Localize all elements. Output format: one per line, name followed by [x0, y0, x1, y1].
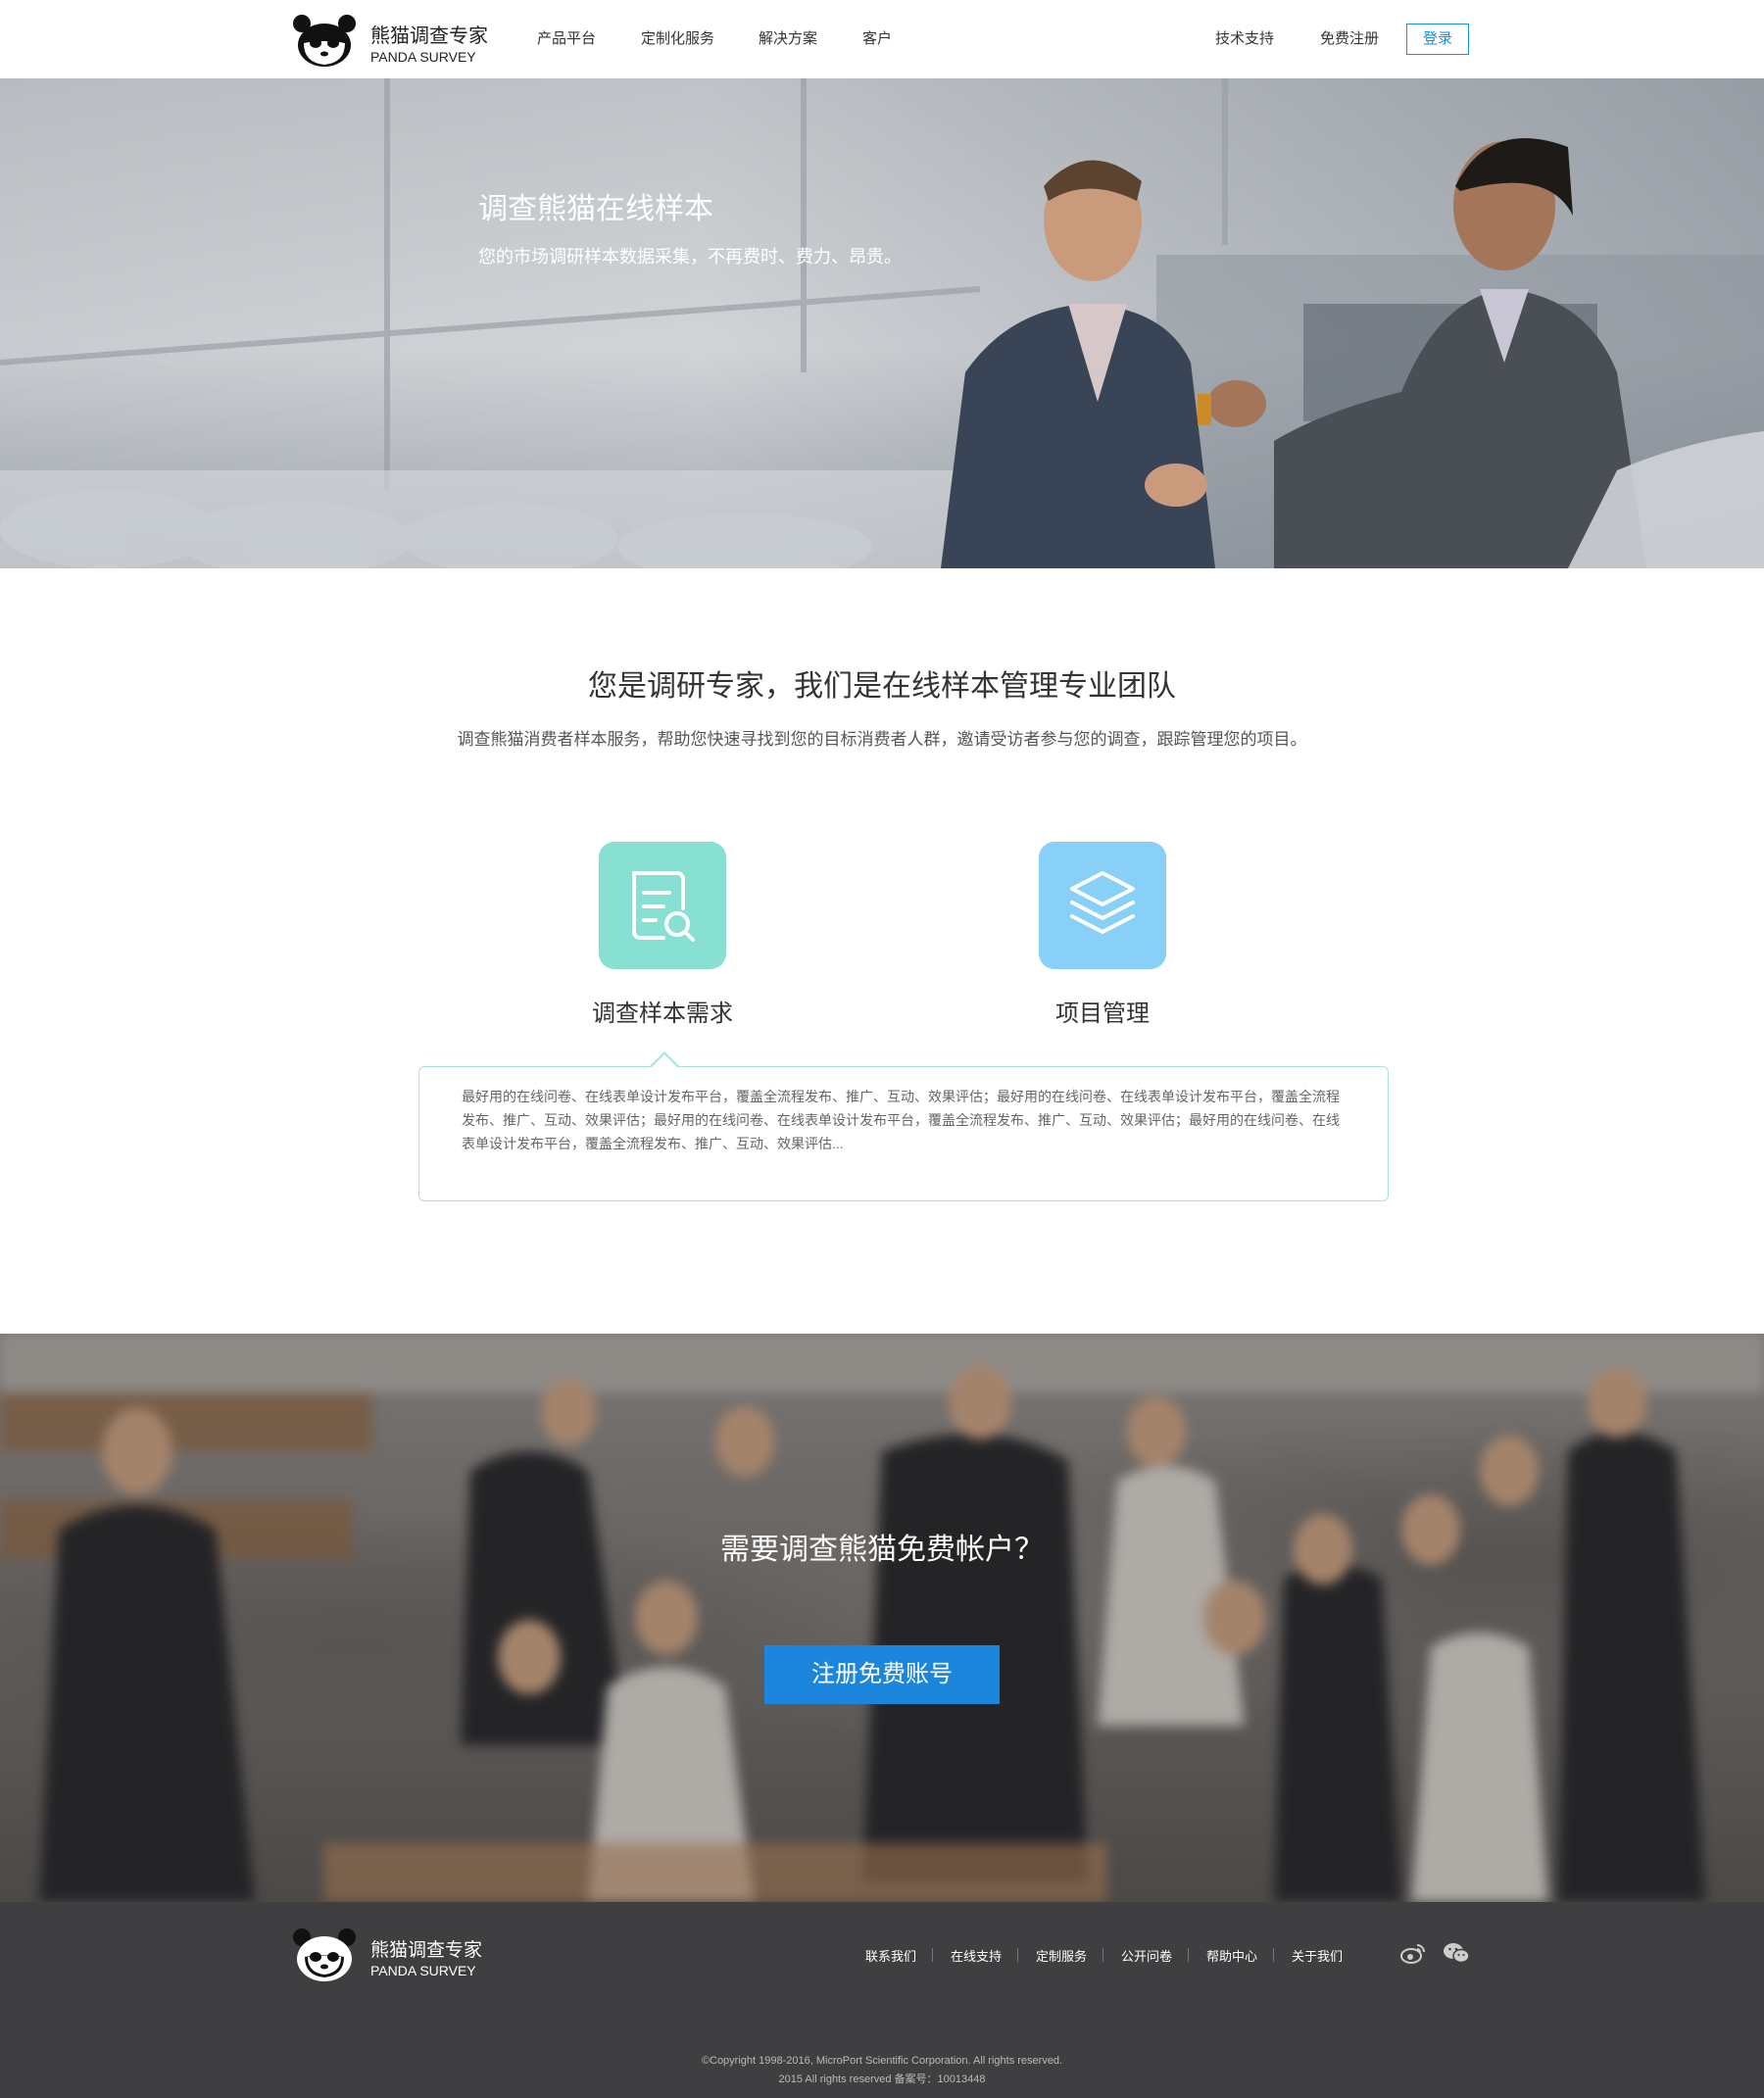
- logo-title: 熊猫调查专家: [370, 25, 488, 47]
- login-button[interactable]: 登录: [1406, 24, 1469, 55]
- footer-link-about-us[interactable]: 关于我们: [1292, 1946, 1343, 1965]
- description-pointer-inner: [652, 1054, 677, 1067]
- footer-logo-title: 熊猫调查专家: [370, 1940, 483, 1961]
- cta-title: 需要调查熊猫免费帐户？: [720, 1534, 1044, 1566]
- hero-subtitle: 您的市场调研样本数据采集，不再费时、费力、昂贵。: [478, 247, 902, 267]
- copyright-line-2: 2015 All rights reserved 备案号：10013448: [778, 2074, 986, 2085]
- logo-subtitle: PANDA SURVEY: [370, 49, 476, 65]
- register-free-account-button[interactable]: 注册免费账号: [764, 1645, 1000, 1704]
- cta-banner: 需要调查熊猫免费帐户？ 注册免费账号: [0, 1334, 1764, 1902]
- footer-logo-subtitle: PANDA SURVEY: [370, 1963, 476, 1978]
- feature-sample-demand-label[interactable]: 调查样本需求: [535, 994, 790, 1028]
- nav-products[interactable]: 产品平台: [537, 27, 596, 48]
- feature-description-text: 最好用的在线问卷、在线表单设计发布平台，覆盖全流程发布、推广、互动、效果评估；最…: [462, 1089, 1340, 1151]
- footer-link-public-surveys[interactable]: 公开问卷: [1121, 1946, 1172, 1965]
- person-silhouette-left: [941, 160, 1215, 568]
- cta-overlay: [0, 1334, 1764, 1902]
- footer-logo[interactable]: 熊猫调查专家 PANDA SURVEY: [292, 1927, 527, 1986]
- section-title: 您是调研专家，我们是在线样本管理专业团队: [588, 670, 1176, 703]
- hero-banner: 调查熊猫在线样本 您的市场调研样本数据采集，不再费时、费力、昂贵。: [0, 78, 1764, 568]
- nav-custom-service[interactable]: 定制化服务: [641, 27, 714, 48]
- document-search-icon: [632, 871, 695, 942]
- nav-tech-support[interactable]: 技术支持: [1215, 27, 1274, 48]
- nav-customers[interactable]: 客户: [862, 27, 892, 48]
- top-header: 熊猫调查专家 PANDA SURVEY 产品平台 定制化服务 解决方案 客户 技…: [0, 0, 1764, 78]
- hero-title: 调查熊猫在线样本: [478, 193, 713, 225]
- feature-project-management-tile[interactable]: [1039, 842, 1166, 969]
- layers-icon: [1070, 871, 1135, 934]
- feature-description-box: 最好用的在线问卷、在线表单设计发布平台，覆盖全流程发布、推广、互动、效果评估；最…: [418, 1066, 1389, 1201]
- footer-link-custom-service[interactable]: 定制服务: [1036, 1946, 1087, 1965]
- section-description: 调查熊猫消费者样本服务，帮助您快速寻找到您的目标消费者人群，邀请受访者参与您的调…: [457, 730, 1307, 749]
- weibo-icon[interactable]: [1399, 1941, 1427, 1965]
- site-logo[interactable]: 熊猫调查专家 PANDA SURVEY: [292, 10, 527, 69]
- wechat-icon[interactable]: [1443, 1941, 1470, 1965]
- hero-background-image: [0, 78, 1764, 568]
- footer-divider: [932, 1948, 933, 1962]
- footer-divider: [1017, 1948, 1018, 1962]
- footer-divider: [1102, 1948, 1103, 1962]
- footer-link-help-center[interactable]: 帮助中心: [1206, 1946, 1257, 1965]
- nav-free-register[interactable]: 免费注册: [1320, 27, 1379, 48]
- footer-divider: [1273, 1948, 1274, 1962]
- panda-logo-icon: [293, 15, 356, 67]
- footer-link-online-support[interactable]: 在线支持: [951, 1946, 1002, 1965]
- copyright-line-1: ©Copyright 1998-2016, MicroPort Scientif…: [701, 2055, 1063, 2067]
- panda-logo-icon: [293, 1928, 356, 1981]
- footer-divider: [1188, 1948, 1189, 1962]
- nav-solutions[interactable]: 解决方案: [759, 27, 817, 48]
- feature-sample-demand-tile[interactable]: [599, 842, 726, 969]
- footer-link-contact[interactable]: 联系我们: [865, 1946, 916, 1965]
- feature-project-management-label[interactable]: 项目管理: [975, 994, 1230, 1028]
- site-footer: 熊猫调查专家 PANDA SURVEY 联系我们 在线支持 定制服务 公开问卷 …: [0, 1902, 1764, 2098]
